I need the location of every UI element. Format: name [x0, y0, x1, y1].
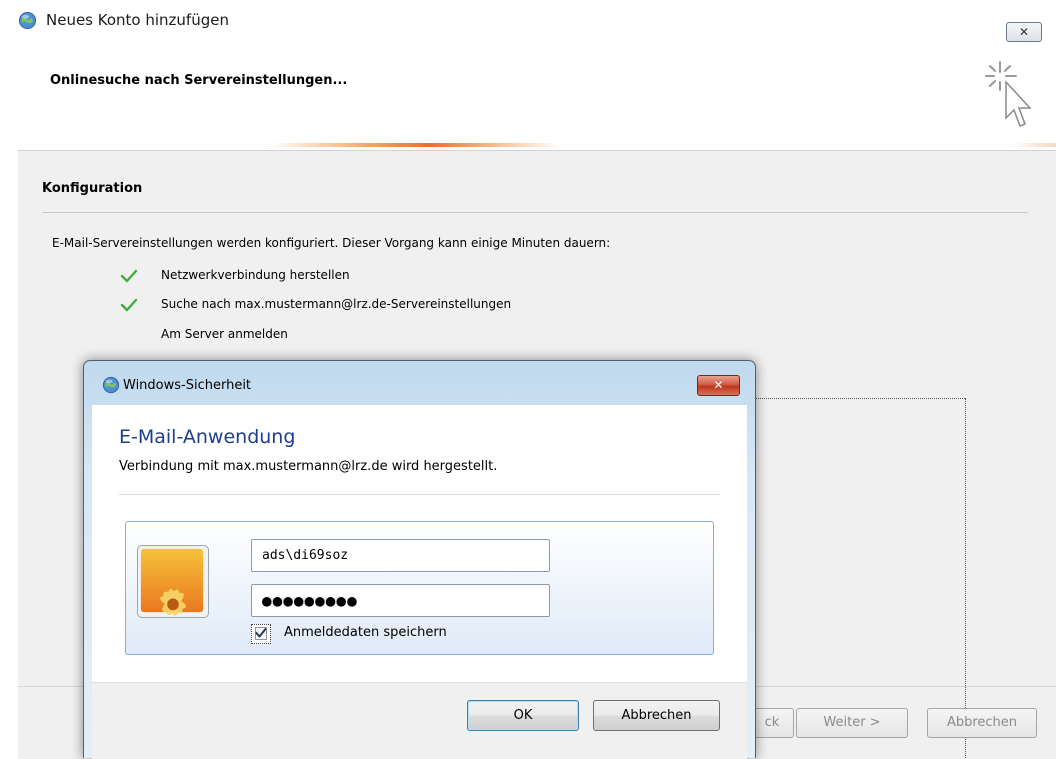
remember-credentials-label[interactable]: Anmeldedaten speichern [284, 625, 447, 640]
avatar [137, 545, 209, 618]
window-title: Neues Konto hinzufügen [46, 11, 229, 29]
window-close-button[interactable]: ✕ [1006, 22, 1042, 42]
cancel-button[interactable]: Abbrechen [927, 708, 1037, 738]
outlook-globe-icon [18, 11, 37, 30]
section-divider [42, 212, 1028, 213]
searching-cursor-icon [985, 61, 1032, 127]
next-button[interactable]: Weiter > [796, 708, 908, 738]
password-input[interactable]: ●●●●●●●●● [251, 584, 550, 617]
step-label: Netzwerkverbindung herstellen [161, 268, 350, 282]
info-text: E-Mail-Servereinstellungen werden konfig… [52, 236, 611, 250]
section-title: Konfiguration [42, 181, 143, 196]
dialog-heading: E-Mail-Anwendung [119, 426, 296, 448]
dialog-close-button[interactable]: ✕ [697, 375, 740, 396]
dialog-cancel-button[interactable]: Abbrechen [593, 700, 720, 731]
focus-outline [755, 398, 965, 400]
flower-icon [140, 548, 204, 616]
focus-outline [965, 398, 967, 758]
close-icon: ✕ [1018, 25, 1030, 39]
username-input[interactable]: ads\di69soz [251, 539, 550, 572]
step-label: Am Server anmelden [161, 327, 288, 341]
dialog-divider [119, 494, 720, 495]
dialog-title: Windows-Sicherheit [123, 378, 252, 393]
close-icon: ✕ [713, 378, 724, 392]
header-band [18, 48, 1056, 148]
back-button-label: ck [764, 715, 780, 730]
checkmark-icon [120, 269, 138, 283]
security-globe-icon [102, 376, 120, 394]
dialog-subtitle: Verbindung mit max.mustermann@lrz.de wir… [119, 459, 498, 474]
checkmark-icon [255, 628, 267, 638]
progress-shine-tail [1010, 143, 1056, 147]
title-bar: Neues Konto hinzufügen [0, 0, 1056, 40]
page-title: Onlinesuche nach Servereinstellungen... [50, 73, 348, 88]
step-label: Suche nach max.mustermann@lrz.de-Servere… [161, 297, 512, 311]
progress-shine [270, 143, 560, 147]
ok-button[interactable]: OK [467, 700, 579, 731]
checkmark-icon [120, 298, 138, 312]
